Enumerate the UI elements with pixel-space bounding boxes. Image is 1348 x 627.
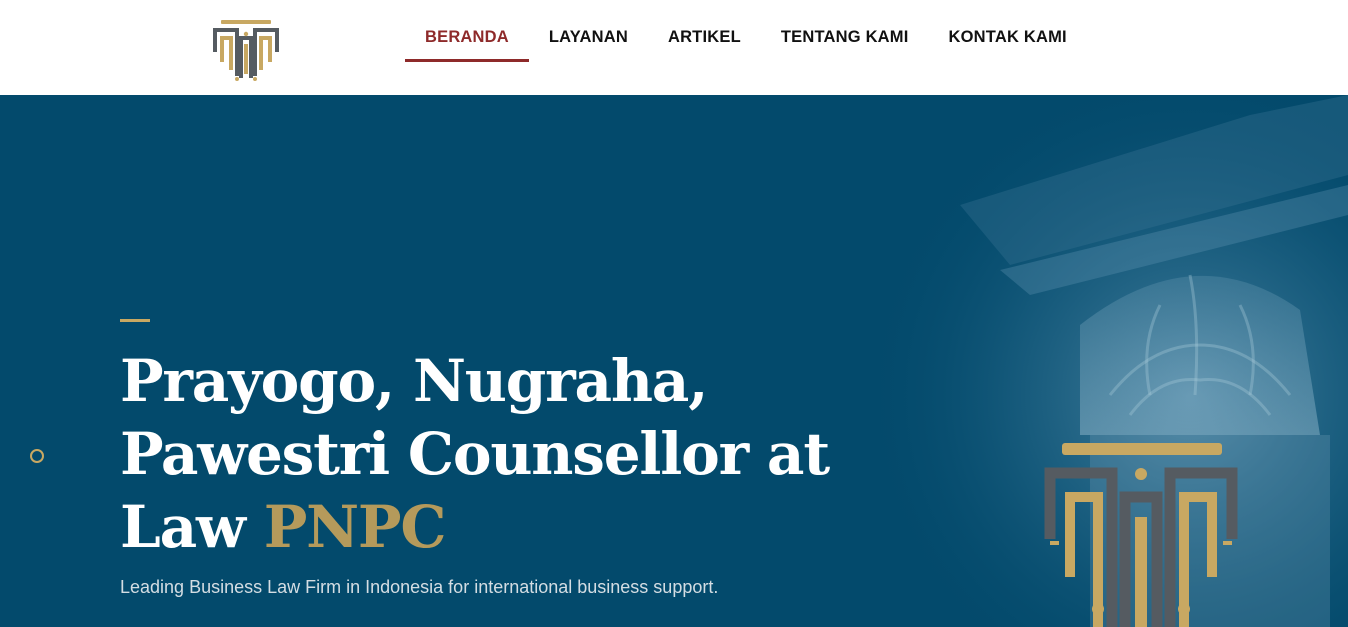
nav-artikel[interactable]: ARTIKEL bbox=[648, 0, 761, 62]
nav-layanan[interactable]: LAYANAN bbox=[529, 0, 648, 62]
main-nav: BERANDA LAYANAN ARTIKEL TENTANG KAMI KON… bbox=[405, 0, 1087, 95]
accent-line bbox=[120, 319, 150, 322]
pillar-logo-icon[interactable] bbox=[213, 18, 279, 82]
hero-section: Prayogo, Nugraha, Pawestri Counsellor at… bbox=[0, 95, 1348, 627]
pillar-logo-large-icon bbox=[1044, 443, 1238, 627]
hero-subtitle: Leading Business Law Firm in Indonesia f… bbox=[120, 577, 719, 597]
hero-title-brand: PNPC bbox=[263, 493, 447, 561]
hero-title-line-1: Prayogo, Nugraha, bbox=[120, 347, 708, 415]
hero-title: Prayogo, Nugraha, Pawestri Counsellor at… bbox=[120, 345, 840, 564]
nav-tentang-kami[interactable]: TENTANG KAMI bbox=[761, 0, 929, 62]
hero-title-line-2: Pawestri Counsellor at bbox=[120, 420, 830, 488]
site-header: BERANDA LAYANAN ARTIKEL TENTANG KAMI KON… bbox=[0, 0, 1348, 95]
nav-beranda[interactable]: BERANDA bbox=[405, 0, 529, 62]
slider-indicator-circle-icon[interactable] bbox=[30, 449, 44, 463]
hero-title-line-3: Law bbox=[120, 493, 264, 561]
nav-kontak-kami[interactable]: KONTAK KAMI bbox=[929, 0, 1087, 62]
